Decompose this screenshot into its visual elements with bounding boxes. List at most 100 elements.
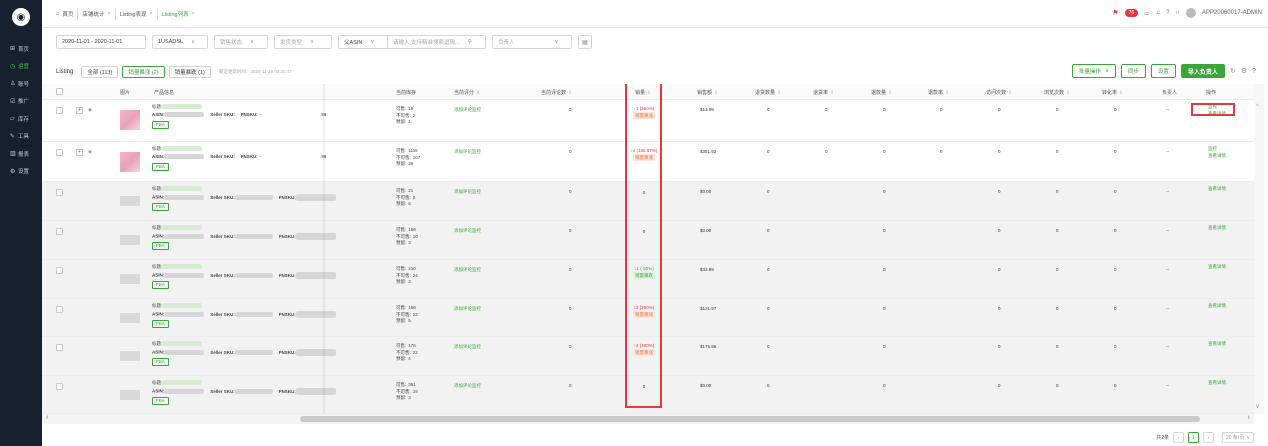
add-review-monitor-link[interactable]: 添加评论监控 xyxy=(454,228,481,234)
scrollbar-thumb[interactable] xyxy=(300,416,1200,422)
vertical-scrollbar[interactable]: ^ v xyxy=(1254,84,1264,414)
sort-icon[interactable]: ⇕ xyxy=(1008,90,1012,96)
row-checkbox[interactable] xyxy=(56,107,63,114)
bell-icon[interactable]: ♫ xyxy=(1156,10,1161,16)
close-icon[interactable]: × xyxy=(149,11,152,17)
column-header[interactable]: 退货数量 ⇕ xyxy=(755,89,781,96)
sidebar-item-0[interactable]: ⊞ 首页 xyxy=(0,40,42,58)
help-icon[interactable]: ? xyxy=(1166,10,1169,16)
close-icon[interactable]: × xyxy=(192,11,195,17)
view-detail-link[interactable]: 查看详情 xyxy=(1208,341,1226,348)
batch-action-button[interactable]: 批量操作 ∨ xyxy=(1071,64,1116,78)
help-icon[interactable]: ? xyxy=(1252,68,1256,75)
flag-icon[interactable]: ⚑ xyxy=(1112,9,1118,17)
listing-tab-0[interactable]: 全部 (113) xyxy=(81,66,119,78)
sidebar-item-7[interactable]: ⚙ 设置 xyxy=(0,163,42,181)
view-detail-link[interactable]: 查看详情 xyxy=(1208,111,1226,118)
view-detail-link[interactable]: 查看详情 xyxy=(1208,380,1226,387)
listing-tab-1[interactable]: 销量暴涨 (2) xyxy=(122,66,165,78)
add-review-monitor-link[interactable]: 添加评论监控 xyxy=(454,107,481,113)
export-button[interactable]: ▤ xyxy=(578,35,592,49)
date-range-picker[interactable]: 2020-11-01 - 2020-11-01 xyxy=(56,35,146,49)
product-image[interactable] xyxy=(120,110,140,130)
column-header[interactable]: 销售额 ⇕ xyxy=(697,89,718,96)
search-input[interactable]: 请输入,支持精准搜索逗隔... ⚲ xyxy=(388,35,486,49)
row-checkbox[interactable] xyxy=(56,306,63,313)
avatar[interactable] xyxy=(1185,8,1196,18)
row-checkbox[interactable] xyxy=(56,344,63,351)
sidebar-item-2[interactable]: ♙ 账号 xyxy=(0,75,42,93)
column-header[interactable]: 当前评分 ⇕ xyxy=(454,89,480,96)
product-image[interactable] xyxy=(120,274,140,284)
sort-icon[interactable]: ⇕ xyxy=(647,90,651,96)
sidebar-item-1[interactable]: ◷ 运营 xyxy=(0,58,42,76)
row-checkbox[interactable] xyxy=(56,228,63,235)
sidebar-item-4[interactable]: ▱ 库存 xyxy=(0,110,42,128)
row-checkbox[interactable] xyxy=(56,189,63,196)
view-detail-link[interactable]: 查看详情 xyxy=(1208,225,1226,232)
column-header[interactable]: 浏览次数 ⇕ xyxy=(1044,89,1070,96)
sidebar-item-5[interactable]: ✎ 工具 xyxy=(0,128,42,146)
expand-button[interactable]: + xyxy=(76,149,83,156)
column-header[interactable]: 退款率 ⇕ xyxy=(928,89,949,96)
refresh-icon[interactable]: ↻ xyxy=(1230,67,1236,75)
sort-icon[interactable]: ⇕ xyxy=(888,90,892,96)
row-checkbox[interactable] xyxy=(56,267,63,274)
close-icon[interactable]: × xyxy=(107,11,110,17)
column-header[interactable]: 访问次数 ⇕ xyxy=(986,89,1012,96)
sort-icon[interactable]: ⇕ xyxy=(777,90,781,96)
user-name[interactable]: APP20060017-ADMIN xyxy=(1202,10,1262,16)
sort-icon[interactable]: ⇕ xyxy=(830,90,834,96)
product-image[interactable] xyxy=(120,390,140,400)
gear-icon[interactable]: ⚙ xyxy=(1241,67,1247,75)
tab-1[interactable]: 店铺统计 × xyxy=(77,7,114,20)
product-image[interactable] xyxy=(120,235,140,245)
prev-page-button[interactable]: ‹ xyxy=(1172,432,1184,443)
column-header[interactable]: 退货率 ⇕ xyxy=(813,89,834,96)
add-review-monitor-link[interactable]: 添加评论监控 xyxy=(454,383,481,389)
product-image[interactable] xyxy=(120,313,140,323)
next-page-button[interactable]: › xyxy=(1202,432,1214,443)
view-detail-link[interactable]: 查看详情 xyxy=(1208,264,1226,271)
select-all-checkbox[interactable] xyxy=(56,88,63,95)
sidebar-item-6[interactable]: ▥ 报表 xyxy=(0,145,42,163)
row-checkbox[interactable] xyxy=(56,383,63,390)
scroll-down-icon[interactable]: v xyxy=(1256,404,1259,410)
view-icon[interactable]: ◉ xyxy=(88,107,92,113)
scroll-up-icon[interactable]: ^ xyxy=(1256,104,1259,110)
column-header[interactable]: 当前评论数 ⇕ xyxy=(541,89,572,96)
view-detail-link[interactable]: 查看详情 xyxy=(1208,186,1226,193)
sync-button[interactable]: 同步 xyxy=(1120,64,1146,78)
column-header[interactable]: 退款量 ⇕ xyxy=(871,89,892,96)
headset-icon[interactable]: ∩ xyxy=(1176,10,1180,16)
scroll-left-icon[interactable]: ‹ xyxy=(46,414,48,421)
row-checkbox[interactable] xyxy=(56,149,63,156)
sort-icon[interactable]: ⇕ xyxy=(1119,90,1123,96)
import-owner-button[interactable]: 导入负责人 xyxy=(1180,64,1225,78)
product-image[interactable] xyxy=(120,196,140,206)
expand-button[interactable]: + xyxy=(76,107,83,114)
horizontal-scrollbar[interactable]: ‹ › xyxy=(42,414,1254,424)
asin-type-select[interactable]: 父ASIN ∨ xyxy=(338,35,388,49)
view-detail-link[interactable]: 查看详情 xyxy=(1208,303,1226,310)
notification-badge[interactable]: 76 xyxy=(1124,9,1139,17)
view-icon[interactable]: ◉ xyxy=(88,149,92,155)
owner-select[interactable]: 负责人 ∨ xyxy=(492,35,572,49)
tab-0[interactable]: ⌂ 首页 xyxy=(52,8,77,20)
scroll-right-icon[interactable]: › xyxy=(1248,414,1250,421)
listing-tab-2[interactable]: 销量暴跌 (1) xyxy=(168,66,211,78)
add-review-monitor-link[interactable]: 添加评论监控 xyxy=(454,189,481,195)
page-size-select[interactable]: 20 条/页 ∨ xyxy=(1221,432,1254,443)
add-review-monitor-link[interactable]: 添加评论监控 xyxy=(454,149,481,155)
ship-type-select[interactable]: 发货类型 ∨ xyxy=(274,35,332,49)
sort-icon[interactable]: ⇕ xyxy=(1066,90,1070,96)
shop-select[interactable]: 1USADSL ∨ xyxy=(152,35,208,49)
sidebar-item-3[interactable]: ☑ 推广 xyxy=(0,93,42,111)
calendar-icon[interactable]: ▭ xyxy=(1144,10,1150,17)
product-image[interactable] xyxy=(120,351,140,361)
add-review-monitor-link[interactable]: 添加评论监控 xyxy=(454,344,481,350)
sort-icon[interactable]: ⇕ xyxy=(476,90,480,96)
add-review-monitor-link[interactable]: 添加评论监控 xyxy=(454,267,481,273)
add-review-monitor-link[interactable]: 添加评论监控 xyxy=(454,306,481,312)
settings-button[interactable]: 设置 xyxy=(1150,64,1176,78)
